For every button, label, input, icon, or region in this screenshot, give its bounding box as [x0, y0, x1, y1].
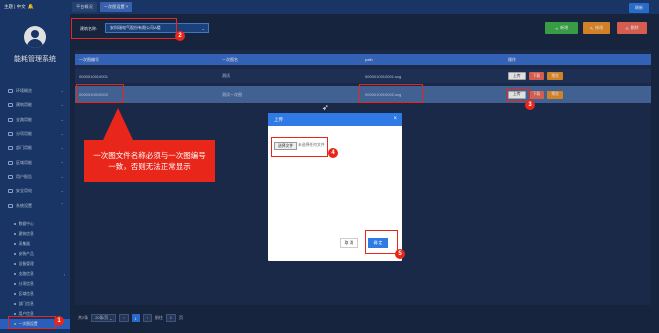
step-badge-5: 5: [395, 249, 405, 259]
step-badge-2: 2: [175, 31, 185, 41]
annotation-box-choose-file: [271, 137, 328, 157]
step-badge-1: 1: [54, 316, 64, 326]
callout-arrow: [103, 108, 133, 140]
annotation-box-submenu: [8, 316, 56, 329]
annotation-callout: 一次图文件名称必须与一次图编号一致，否则无法正常显示: [84, 140, 215, 182]
annotation-box-building: [71, 18, 177, 39]
annotation-box-code: [76, 84, 124, 103]
annotation-box-path: [359, 84, 423, 103]
annotation-box-confirm: [365, 230, 398, 254]
step-badge-3: 3: [525, 100, 535, 110]
step-badge-4: 4: [328, 148, 338, 158]
